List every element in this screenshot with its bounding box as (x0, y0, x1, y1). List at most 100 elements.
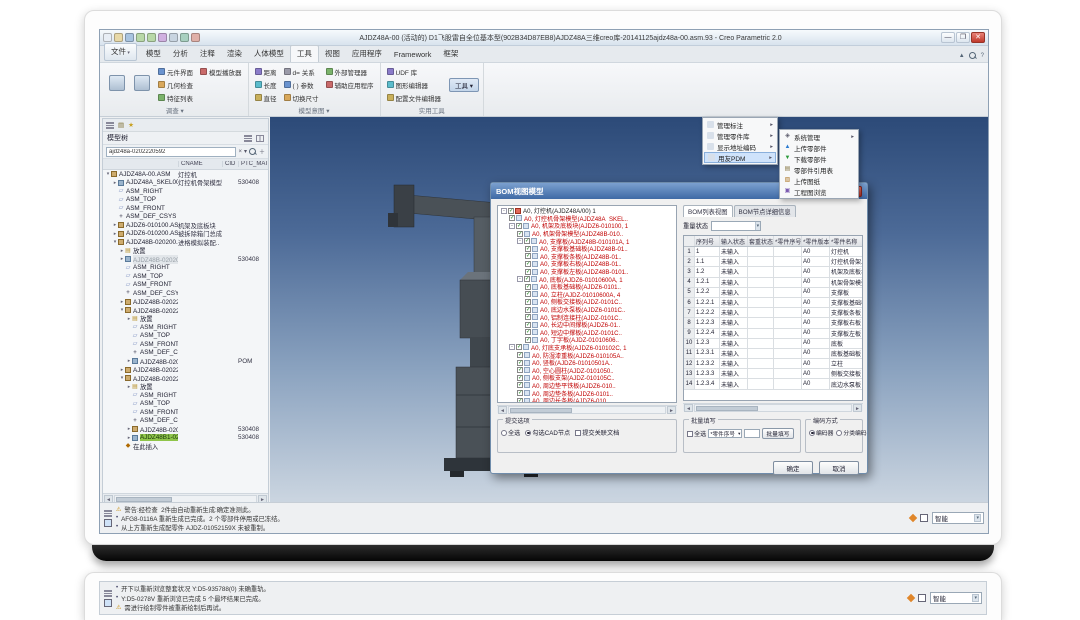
column-header-cid[interactable]: CID (222, 161, 238, 167)
bom-tree-item[interactable]: ✓A0, 立柱(AJDZ-01010600A, 4 (499, 291, 675, 299)
pdm-menu-item-3[interactable]: ▤零部件引用表 (781, 164, 857, 175)
bom-tree-item[interactable]: -✓A0, 机架及底板块(AJDZ6-010100, 1 (499, 222, 675, 230)
checkbox-icon[interactable]: ✓ (517, 360, 523, 366)
tree-row[interactable]: +ASM_DEF_CSYS (103, 213, 268, 222)
maximize-button[interactable]: ❐ (956, 32, 970, 43)
tree-row[interactable]: +ASM_DEF_CSYS (103, 289, 268, 298)
bom-table-row[interactable]: 21.1未输入A0灯控机骨架..AJDZ48 (684, 257, 862, 267)
checkbox-icon[interactable]: ✓ (516, 344, 522, 350)
expand-icon[interactable]: - (517, 276, 523, 282)
redo-icon[interactable] (147, 33, 156, 42)
tab-5[interactable]: 人体模型 (248, 46, 290, 62)
checkbox-icon[interactable]: ✓ (525, 291, 531, 297)
bom-tree-item[interactable]: ✓A0, 灯控机骨架模型(AJDZ48A_SKEL.. (499, 215, 675, 223)
radio-勾选CAD节点[interactable]: 勾选CAD节点 (525, 428, 570, 437)
ribbon-button[interactable]: 元件界面 (156, 65, 195, 78)
tree-row[interactable]: ▱ASM_TOP (103, 196, 268, 205)
clipboard-icon[interactable] (920, 514, 928, 522)
bom-tree-item[interactable]: ✓A0, 底边水泵板(AJDZ6-0101C.. (499, 306, 675, 314)
tree-row[interactable]: ▱ASM_RIGHT (103, 264, 268, 273)
select-indicator-icon[interactable] (909, 514, 917, 522)
scroll-right-icon[interactable]: ► (853, 404, 862, 412)
message-log-icon[interactable] (104, 510, 112, 517)
search-options-icon[interactable]: ▾ (244, 148, 247, 155)
bom-tree-item[interactable]: ✓A0, 长边中间撑板(AJDZ6-01.. (499, 321, 675, 329)
bom-tree-item[interactable]: ✓A0, 短边中撑板(AJDZ-0101C.. (499, 329, 675, 337)
ribbon-button[interactable]: 配置文件编辑器 (385, 91, 444, 104)
search-model-icon[interactable] (131, 65, 153, 101)
radio-编码器[interactable]: 编码器 (809, 428, 833, 437)
bom-tree-item[interactable]: ✓A0, 支撑板基础板(AJDZ48B-01.. (499, 245, 675, 253)
tree-row[interactable]: ▱ASM_FRONT (103, 204, 268, 213)
bom-tree-item[interactable]: ✓A0, 支撑板条板(AJDZ48B-01.. (499, 253, 675, 261)
tree-row[interactable]: ▾AJDZ48B-020200.ASM进格模拟装配.. (103, 238, 268, 247)
tree-settings-icon[interactable] (244, 135, 252, 142)
tools-menu-button[interactable]: 工具 ▾ (449, 78, 479, 92)
checkbox-icon[interactable]: ✓ (524, 238, 530, 244)
tab-8[interactable]: 应用程序 (346, 46, 388, 62)
scroll-left-icon[interactable]: ◄ (498, 406, 507, 414)
ribbon-button[interactable]: 图形编辑器 (385, 78, 444, 91)
tab-1[interactable]: 模型 (140, 46, 167, 62)
tab-4[interactable]: 渲染 (221, 46, 248, 62)
clipboard-icon[interactable] (918, 594, 926, 602)
bom-tree-item[interactable]: ✓A0, 侧板支架(AJDZ-010105C.. (499, 374, 675, 382)
tools-menu-item-0[interactable]: 管理标注▸ (704, 119, 776, 130)
bom-tree-item[interactable]: ✓A0, 周边垫条板(AJDZ6-0101.. (499, 389, 675, 397)
checkbox-icon[interactable]: ✓ (525, 299, 531, 305)
bom-tree-scrollbar[interactable]: ◄ ► (497, 405, 677, 413)
bom-table-row[interactable]: 111.2.3.1未输入A0底板基础板AJDZ6- (684, 349, 862, 359)
bom-tree-item[interactable]: ✓A0, 铝制连接柱(AJDZ-0101C.. (499, 313, 675, 321)
checkbox-icon[interactable]: ✓ (517, 367, 523, 373)
ribbon-button[interactable]: 特征列表 (156, 91, 195, 104)
tab-6[interactable]: 工具 (290, 45, 319, 62)
checkbox-icon[interactable]: ✓ (525, 253, 531, 259)
bom-tree-item[interactable]: ✓A0, 底板基础板(AJDZ6-0101.. (499, 283, 675, 291)
weight-status-combo[interactable]: ▾ (711, 221, 761, 231)
bom-table-row[interactable]: 11未输入A0灯控机AJDZ48 (684, 247, 862, 257)
expand-icon[interactable]: - (517, 238, 523, 244)
tree-row[interactable]: ▾AJDZ48B-020220300A 螺杆进格模拟装.. (103, 374, 268, 383)
bom-tree-item[interactable]: ✓A0, 支撑板右板(AJDZ48B-01.. (499, 260, 675, 268)
ribbon-button[interactable]: 距离 (253, 65, 279, 78)
bom-table-row[interactable]: 41.2.1未输入A0机架骨架模型AJDZ48 (684, 278, 862, 288)
tree-row[interactable]: +ASM_DEF_CSYS (103, 417, 268, 426)
collapse-ribbon-icon[interactable]: ▲ (959, 53, 965, 59)
checkbox-icon[interactable]: ✓ (525, 329, 531, 335)
checkbox-icon[interactable]: ✓ (517, 390, 523, 396)
tree-row[interactable]: ▱ASM_RIGHT (103, 323, 268, 332)
bom-table-row[interactable]: 131.2.3.3未输入A0侧板交接板AJDZ-C (684, 369, 862, 379)
bom-tree-item[interactable]: ✓A0, 周边长条板(AJDZ6-010.. (499, 397, 675, 403)
bom-table-icon[interactable] (106, 65, 128, 101)
ribbon-button[interactable]: ( ) 参数 (282, 78, 321, 91)
pdm-menu-item-1[interactable]: ▲上传零部件 (781, 142, 857, 153)
tab-9[interactable]: Framework (388, 48, 438, 62)
bom-tree-item[interactable]: -✓A0, 支撑板(AJDZ48B-010101A, 1 (499, 237, 675, 245)
tree-search-input[interactable] (106, 147, 236, 157)
close-button[interactable]: ✕ (971, 32, 985, 43)
message-bubble-icon[interactable] (104, 599, 112, 607)
bom-table-row[interactable]: 141.2.3.4未输入A0底边水泵板AJDZ6- (684, 379, 862, 389)
message-bubble-icon[interactable] (104, 519, 112, 527)
tree-row[interactable]: ▸AJDZ6-010200.ASM被拆除箱门总成 (103, 230, 268, 239)
checkbox-icon[interactable]: ✓ (524, 276, 530, 282)
bom-table-row[interactable]: 51.2.2未输入A0支撑板AJDZ48 (684, 288, 862, 298)
bom-table-row[interactable]: 81.2.2.3未输入A0支撑板右板AJDZ48 (684, 318, 862, 328)
checkbox-icon[interactable]: ✓ (525, 337, 531, 343)
checkbox-icon[interactable]: ✓ (525, 307, 531, 313)
bom-tree-item[interactable]: ✓A0, 机架骨架模型(AJDZ48B-010.. (499, 230, 675, 238)
ok-button[interactable]: 确定 (773, 461, 813, 475)
ribbon-button[interactable]: 直径 (253, 91, 279, 104)
tree-row[interactable]: ▸▤放置 (103, 315, 268, 324)
column-header-ptcmat[interactable]: PTC_MAT (238, 161, 268, 167)
close-window-icon[interactable] (191, 33, 200, 42)
clear-search-icon[interactable]: × (238, 149, 242, 155)
ribbon-button[interactable]: d= 关系 (282, 65, 321, 78)
bom-tree-item[interactable]: -✓A0, 灯控机(AJDZ48A/00) 1 (499, 207, 675, 215)
folder-browser-icon[interactable]: ▤ (118, 121, 124, 129)
undo-icon[interactable] (136, 33, 145, 42)
search-icon[interactable] (969, 52, 977, 60)
checkbox-icon[interactable]: ✓ (525, 261, 531, 267)
radio-全选[interactable]: 全选 (501, 428, 520, 437)
tree-row[interactable]: ▱ASM_FRONT (103, 281, 268, 290)
